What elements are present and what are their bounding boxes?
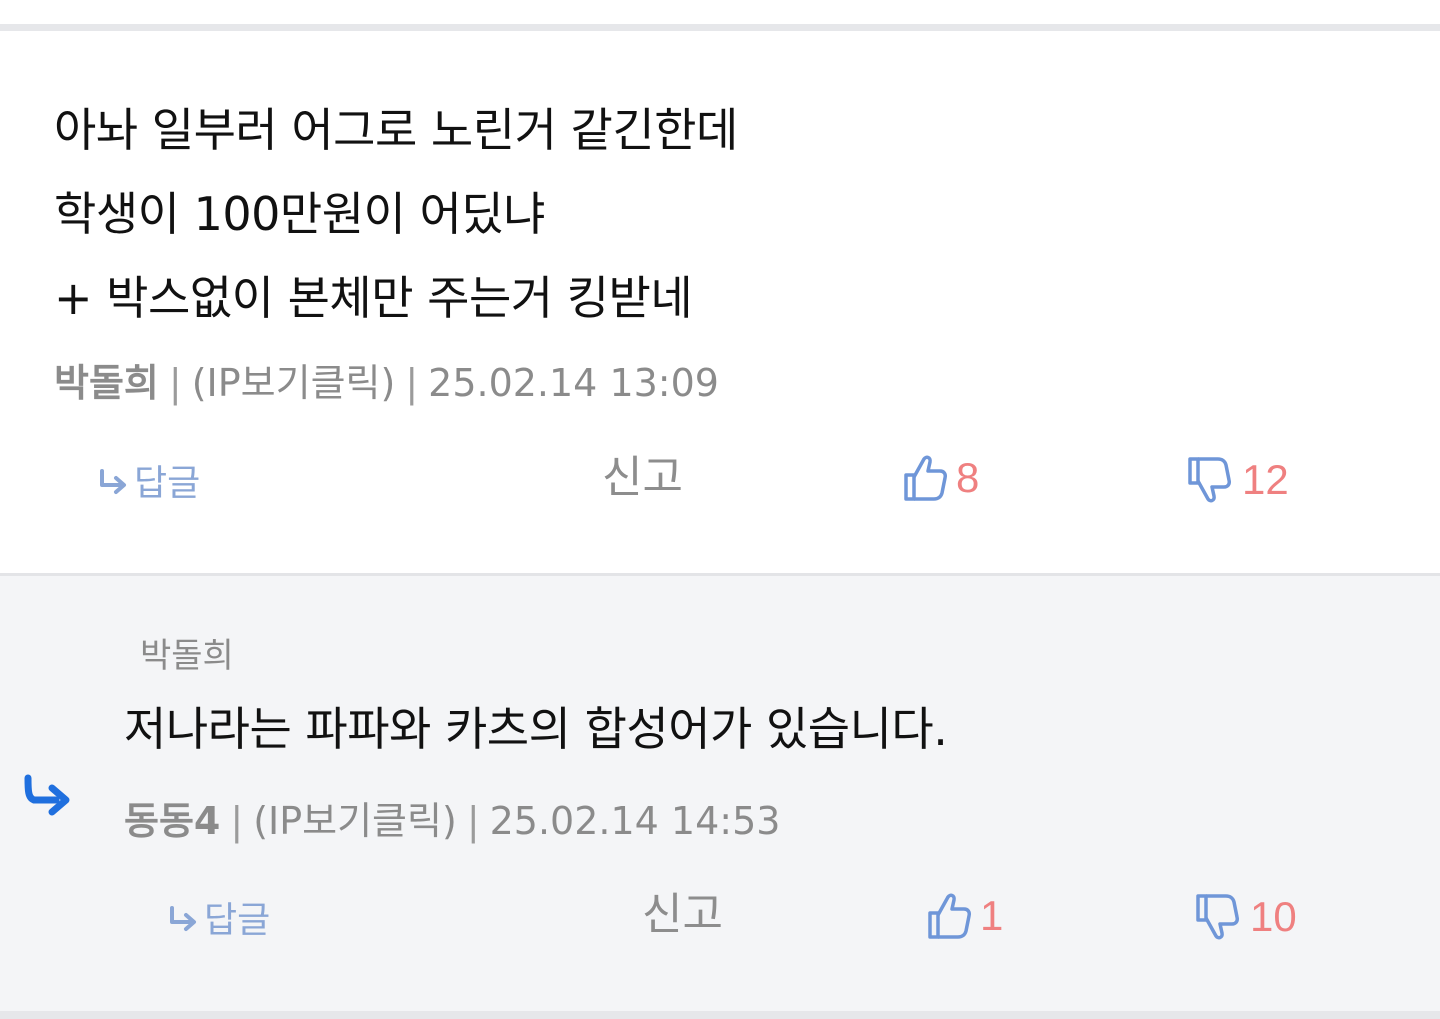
meta-separator: | [230, 799, 244, 843]
report-button[interactable]: 신고 [602, 453, 683, 503]
meta-separator: | [168, 361, 182, 405]
comment-line: 학생이 100만원이 어딨냐 [54, 187, 545, 241]
reply-indicator-icon [24, 774, 70, 816]
reply-label: 답글 [134, 463, 201, 504]
dislike-button[interactable]: 10 [1194, 891, 1297, 943]
dislike-count: 10 [1250, 893, 1297, 940]
thumbs-down-icon [1188, 457, 1231, 503]
comment-body: 아놔 일부러 어그로 노린거 같긴한데 학생이 100만원이 어딨냐 + 박스없… [54, 88, 738, 340]
dislike-button[interactable]: 12 [1186, 454, 1289, 506]
reply-body: 저나라는 파파와 카츠의 합성어가 있습니다. [124, 702, 948, 756]
like-button[interactable]: 1 [926, 890, 1003, 942]
reply-meta: 동동4 | (IP보기클릭) | 25.02.14 14:53 [124, 796, 780, 846]
comment-line: 아놔 일부러 어그로 노린거 같긴한데 [54, 103, 738, 157]
report-button[interactable]: 신고 [642, 890, 723, 940]
reply-button[interactable]: 답글 [166, 892, 270, 942]
dislike-count: 12 [1242, 456, 1289, 503]
like-count: 1 [980, 892, 1004, 939]
meta-separator: | [405, 361, 419, 405]
ip-view-link[interactable]: (IP보기클릭) [253, 799, 457, 843]
reply-timestamp: 25.02.14 14:53 [489, 799, 781, 843]
like-button[interactable]: 8 [902, 452, 979, 504]
thumbs-down-icon [1196, 894, 1239, 940]
comment-author[interactable]: 박돌희 [54, 361, 159, 405]
top-divider [0, 24, 1440, 31]
meta-separator: | [466, 799, 480, 843]
bottom-divider [0, 1011, 1440, 1019]
comment-line: + 박스없이 본체만 주는거 킹받네 [54, 271, 693, 325]
comment-timestamp: 25.02.14 13:09 [428, 361, 719, 405]
thumbs-up-icon [904, 455, 947, 501]
quoted-author: 박돌희 [140, 636, 234, 676]
thumbs-up-icon [928, 893, 971, 939]
reply-author[interactable]: 동동4 [124, 799, 220, 843]
reply-arrow-icon [100, 469, 126, 494]
reply-button[interactable]: 답글 [96, 455, 200, 505]
comment-meta: 박돌희 | (IP보기클릭) | 25.02.14 13:09 [54, 358, 719, 408]
like-count: 8 [956, 454, 980, 501]
reply-label: 답글 [204, 900, 271, 941]
reply-arrow-icon [170, 906, 196, 931]
ip-view-link[interactable]: (IP보기클릭) [192, 361, 396, 405]
